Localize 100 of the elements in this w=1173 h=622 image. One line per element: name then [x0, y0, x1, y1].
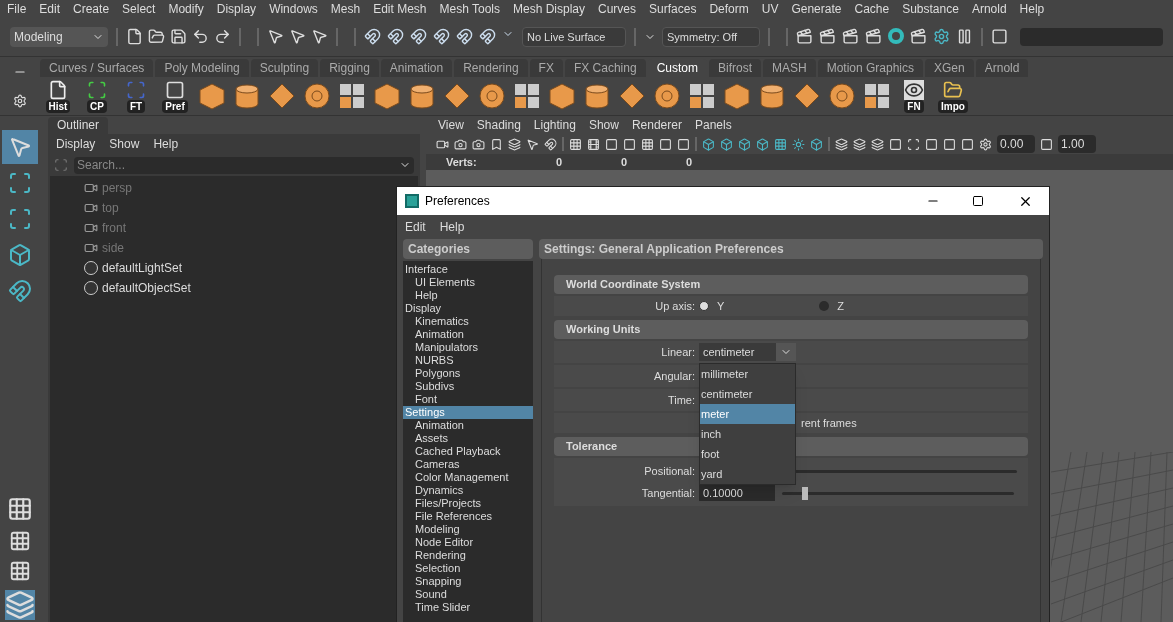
category-item[interactable]: Subdivs — [403, 380, 533, 393]
shelf-tab[interactable]: Motion Graphics — [817, 59, 924, 77]
category-item[interactable]: Polygons — [403, 367, 533, 380]
dropdown-option[interactable]: centimeter — [700, 384, 795, 404]
menu-item[interactable]: Panels — [694, 116, 732, 134]
tiles-icon[interactable] — [513, 82, 541, 110]
bookmark-icon[interactable] — [490, 137, 503, 151]
live-surface-field[interactable]: No Live Surface — [522, 26, 626, 47]
square-icon[interactable] — [659, 137, 672, 151]
number-field[interactable]: 0.10000 — [699, 485, 775, 501]
category-item[interactable]: Animation — [403, 328, 533, 341]
square-icon[interactable] — [961, 137, 974, 151]
shelf-tab[interactable]: Arnold — [975, 59, 1029, 77]
menu-item[interactable]: Select — [122, 0, 156, 18]
shelf-tab[interactable]: MASH — [763, 59, 816, 77]
category-item[interactable]: Display — [403, 302, 533, 315]
cube-icon[interactable] — [373, 82, 401, 110]
square-icon[interactable] — [1040, 137, 1053, 151]
sun-icon[interactable] — [792, 137, 805, 151]
cube-icon[interactable] — [723, 82, 751, 110]
layout-icon[interactable] — [9, 560, 31, 582]
shelf-tab[interactable]: Sculpting — [250, 59, 319, 77]
magnet-icon[interactable] — [479, 28, 496, 45]
outliner-tab[interactable]: Outliner — [48, 117, 109, 134]
magnet-icon[interactable] — [410, 28, 427, 45]
cube-icon[interactable] — [738, 137, 751, 151]
square-icon[interactable] — [605, 137, 618, 151]
category-item[interactable]: Animation — [403, 419, 533, 432]
menu-item[interactable]: Mesh Tools — [439, 0, 500, 18]
shelf-button[interactable]: Impo — [937, 79, 969, 113]
pause-icon[interactable] — [956, 28, 973, 45]
outliner-layout-icon[interactable] — [5, 590, 35, 620]
magnet-icon[interactable] — [544, 137, 557, 151]
workspace-dropdown[interactable]: Modeling — [10, 26, 108, 47]
category-item[interactable]: File References — [403, 510, 533, 523]
menu-item[interactable]: Cache — [854, 0, 890, 18]
menu-item[interactable]: Generate — [791, 0, 842, 18]
folder-icon[interactable] — [148, 28, 165, 45]
shelf-tab[interactable]: Bifrost — [708, 59, 761, 77]
menu-item[interactable]: Show — [109, 135, 140, 153]
cylinder-icon[interactable] — [233, 82, 261, 110]
new-file-icon[interactable] — [126, 28, 143, 45]
menu-item[interactable]: Show — [588, 116, 619, 134]
menu-item[interactable]: Create — [73, 0, 110, 18]
category-item[interactable]: Selection — [403, 562, 533, 575]
cube-icon[interactable] — [720, 137, 733, 151]
menu-item[interactable]: Display — [216, 0, 257, 18]
diamond-icon[interactable] — [443, 82, 471, 110]
diamond-icon[interactable] — [618, 82, 646, 110]
magnet-icon[interactable] — [387, 28, 404, 45]
diamond-icon[interactable] — [793, 82, 821, 110]
layers-icon[interactable] — [853, 137, 866, 151]
category-item[interactable]: Kinematics — [403, 315, 533, 328]
tiles-icon[interactable] — [688, 82, 716, 110]
layout-icon[interactable] — [7, 496, 33, 522]
grid-icon[interactable] — [774, 137, 787, 151]
symmetry-field[interactable]: Symmetry: Off — [662, 26, 760, 47]
menu-item[interactable]: Arnold — [971, 0, 1007, 18]
menu-item[interactable]: Windows — [269, 0, 318, 18]
dropdown-option[interactable]: yard — [700, 464, 795, 484]
outliner-item[interactable]: defaultLightSet — [102, 259, 183, 277]
radio-button[interactable] — [819, 301, 830, 311]
disc-icon[interactable] — [303, 82, 331, 110]
menu-item[interactable]: Edit Mesh — [373, 0, 427, 18]
menu-item[interactable]: Shading — [476, 116, 521, 134]
menu-item[interactable]: Display — [56, 135, 96, 153]
tiles-icon[interactable] — [863, 82, 891, 110]
category-item[interactable]: Modeling — [403, 523, 533, 536]
menu-item[interactable]: Lighting — [533, 116, 576, 134]
square-icon[interactable] — [889, 137, 902, 151]
cube-icon[interactable] — [702, 137, 715, 151]
category-item[interactable]: NURBS — [403, 354, 533, 367]
cube-icon[interactable] — [810, 137, 823, 151]
category-item[interactable]: UI Elements — [403, 276, 533, 289]
shelf-tab[interactable]: Curves / Surfaces — [40, 59, 154, 77]
category-item[interactable]: Settings — [403, 406, 533, 419]
shelf-tab[interactable]: Poly Modeling — [155, 59, 249, 77]
menu-item[interactable]: Mesh Display — [513, 0, 586, 18]
category-item[interactable]: Snapping — [403, 575, 533, 588]
layers-icon[interactable] — [508, 137, 521, 151]
menu-item[interactable]: Renderer — [631, 116, 682, 134]
layers-icon[interactable] — [871, 137, 884, 151]
category-item[interactable]: Help — [403, 289, 533, 302]
number-field[interactable]: 1.00 — [1058, 135, 1096, 153]
linear-dropdown[interactable]: centimeter — [699, 343, 796, 361]
layers-icon[interactable] — [835, 137, 848, 151]
magnet-icon[interactable] — [433, 28, 450, 45]
pointer-icon[interactable] — [311, 28, 328, 45]
search-field[interactable]: Search... — [74, 156, 414, 174]
square-icon[interactable] — [943, 137, 956, 151]
menu-item[interactable]: File — [7, 0, 27, 18]
menu-item[interactable]: Mesh — [330, 0, 361, 18]
category-item[interactable]: Cameras — [403, 458, 533, 471]
category-item[interactable]: Sound — [403, 588, 533, 601]
shelf-button[interactable]: Hist — [42, 79, 74, 113]
camera-icon[interactable] — [472, 137, 485, 151]
camera-icon[interactable] — [454, 137, 467, 151]
shelf-button[interactable]: FT — [120, 79, 152, 113]
cylinder-icon[interactable] — [758, 82, 786, 110]
category-item[interactable]: Cached Playback — [403, 445, 533, 458]
